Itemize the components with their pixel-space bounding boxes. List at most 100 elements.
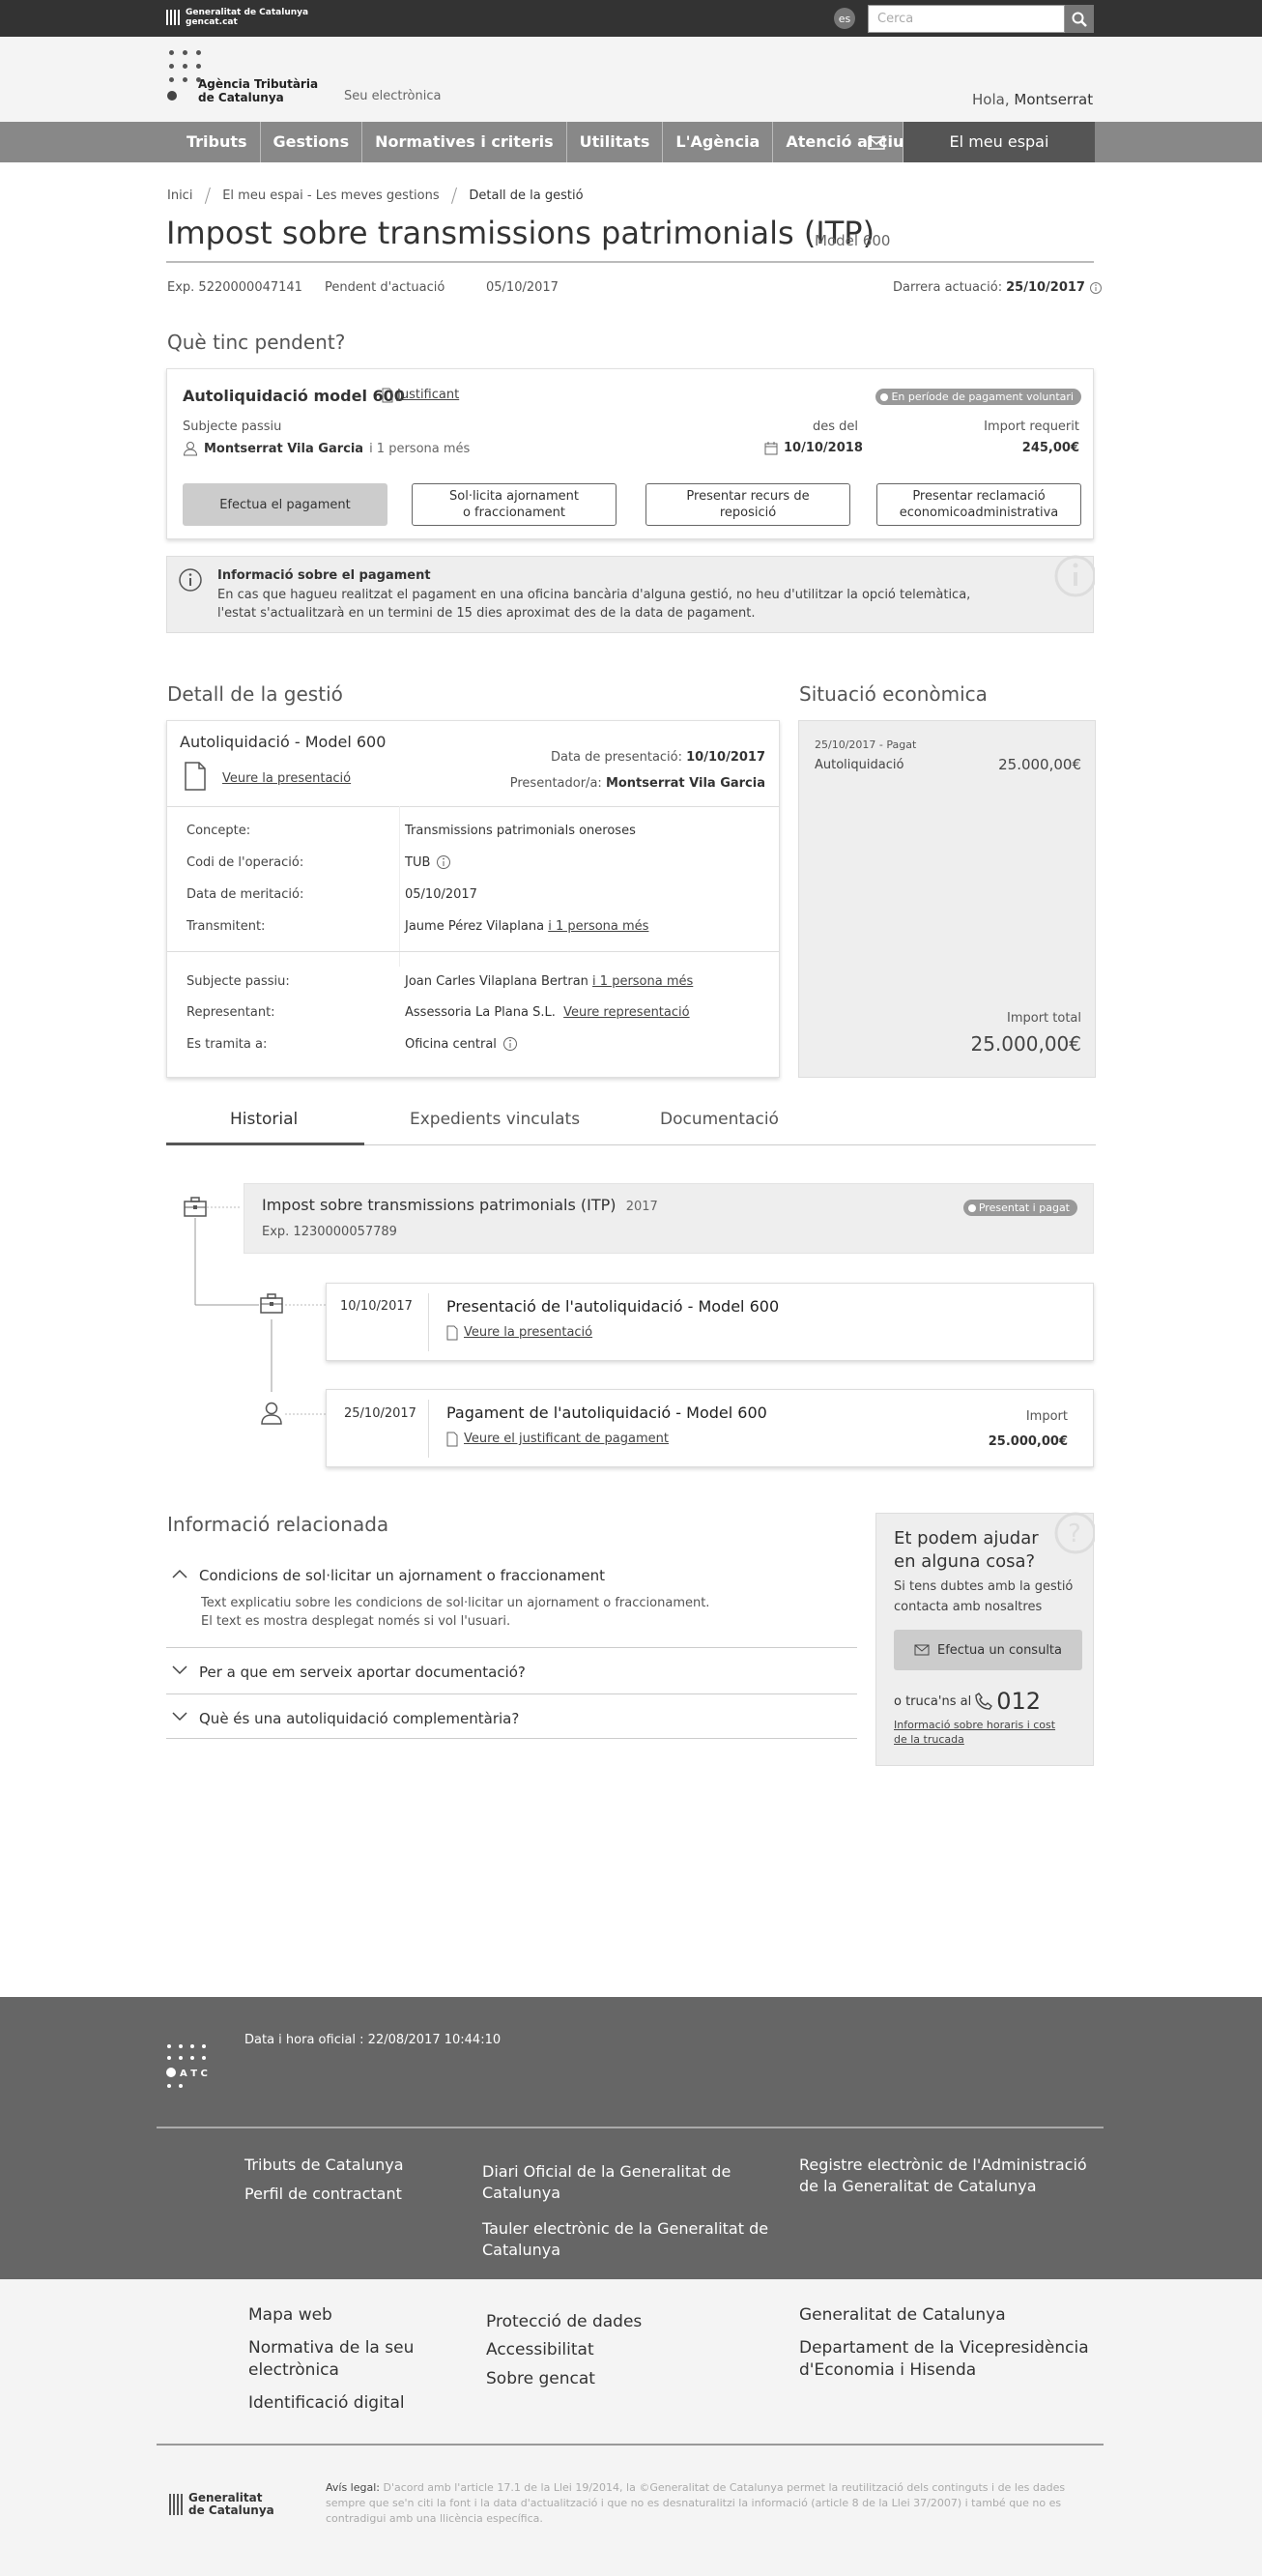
info-line1: En cas que hagueu realitzat el pagament …	[217, 588, 971, 602]
appeal-button[interactable]: Presentar recurs de reposició	[645, 483, 850, 526]
pending-heading: Què tinc pendent?	[167, 331, 346, 354]
nav-item-normatives[interactable]: Normatives i criteris	[362, 122, 567, 162]
document-icon	[185, 762, 206, 791]
history-amount-label: Import	[1025, 1409, 1068, 1424]
faq-question-1[interactable]: Condicions de sol·licitar un ajornament …	[199, 1567, 605, 1584]
language-switch[interactable]: es	[834, 8, 855, 29]
footer-link-sobre-gencat[interactable]: Sobre gencat	[486, 2368, 595, 2390]
footer-link-tributs[interactable]: Tributs de Catalunya	[244, 2155, 404, 2176]
atc-footer-logo[interactable]: A T C	[166, 2043, 220, 2094]
footer-link-sitemap[interactable]: Mapa web	[248, 2304, 332, 2327]
footer-link-accessibilitat[interactable]: Accessibilitat	[486, 2339, 594, 2361]
footer-link-departament-2: d'Economia i Hisenda	[799, 2360, 977, 2380]
chevron-up-icon[interactable]	[172, 1569, 187, 1578]
divider	[399, 806, 400, 967]
footer-link-perfil[interactable]: Perfil de contractant	[244, 2184, 402, 2205]
taxpayer-label: Subjecte passiu:	[186, 974, 290, 989]
last-action-date: 25/10/2017	[1006, 280, 1085, 295]
taxpayer-more-link[interactable]: i 1 persona més	[592, 974, 693, 989]
greeting: Hola, Montserrat	[972, 91, 1093, 108]
history-item-presentation: 10/10/2017 Presentació de l'autoliquidac…	[326, 1283, 1094, 1361]
status-date: 05/10/2017	[486, 280, 559, 295]
pay-button[interactable]: Efectua el pagament	[183, 483, 387, 526]
consult-button-label: Efectua un consulta	[936, 1642, 1062, 1658]
generalitat-logo[interactable]: Generalitat de Catalunya	[169, 2492, 274, 2517]
footer-link-registre[interactable]: Registre electrònic de l'Administració de…	[799, 2155, 1087, 2197]
footer-link-registre-2: de la Generalitat de Catalunya	[799, 2177, 1037, 2195]
taxpayer-more[interactable]: i 1 persona més	[369, 442, 470, 456]
footer-link-dogc[interactable]: Diari Oficial de la Generalitat de Catalu…	[482, 2161, 731, 2204]
user-name[interactable]: Montserrat	[1014, 91, 1093, 108]
help-text-2: contacta amb nosaltres	[894, 1600, 1043, 1614]
call-cost-link[interactable]: Informació sobre horaris i cost de la tru…	[894, 1718, 1055, 1747]
nav-items: Tributs Gestions Normatives i criteris Util…	[174, 122, 958, 162]
history-item-link-label: Veure el justificant de pagament	[464, 1432, 669, 1446]
info-icon[interactable]	[436, 854, 451, 870]
receipt-link[interactable]: Justificant	[382, 388, 459, 403]
nav-item-gestions[interactable]: Gestions	[261, 122, 363, 162]
mail-button[interactable]: 5	[855, 122, 903, 162]
claim-label-1: Presentar reclamació	[912, 489, 1046, 504]
claim-button[interactable]: Presentar reclamació economicoadministrat…	[876, 483, 1081, 526]
info-icon[interactable]	[502, 1036, 518, 1052]
chevron-down-icon	[172, 1665, 187, 1675]
svg-text:?: ?	[1068, 1520, 1081, 1548]
tab-linked-files[interactable]: Expedients vinculats	[410, 1110, 580, 1129]
processed-at-label: Es tramita a:	[186, 1037, 268, 1052]
my-space-button[interactable]: El meu espai	[903, 122, 1095, 162]
divider	[167, 951, 779, 952]
faq-item[interactable]: Per a que em serveix aportar documentaci…	[166, 1658, 857, 1694]
concept-label: Concepte:	[186, 824, 251, 838]
history-item-link[interactable]: Veure el justificant de pagament	[446, 1432, 669, 1447]
nav-item-agencia[interactable]: L'Agència	[663, 122, 774, 162]
call-cost-link-2: de la trucada	[894, 1733, 964, 1746]
operation-code: TUB	[405, 854, 451, 870]
tab-documentation[interactable]: Documentació	[660, 1110, 779, 1129]
agency-name[interactable]: Agència Tributària de Catalunya	[198, 77, 318, 104]
nav-item-tributs[interactable]: Tributs	[174, 122, 261, 162]
gencat-sub: gencat.cat	[186, 17, 238, 27]
phone-icon	[975, 1693, 993, 1710]
info-watermark-icon	[1054, 555, 1095, 597]
footer-link-generalitat[interactable]: Generalitat de Catalunya	[799, 2304, 1006, 2327]
footer-link-tauler[interactable]: Tauler electrònic de la Generalitat de Ca…	[482, 2218, 768, 2261]
faq-item[interactable]: Què és una autoliquidació complementària…	[166, 1704, 857, 1739]
footer-link-departament[interactable]: Departament de la Vicepresidència d'Econo…	[799, 2337, 1089, 2382]
atc-logo-icon[interactable]	[166, 50, 201, 104]
footer-link-proteccio[interactable]: Protecció de dades	[486, 2311, 642, 2333]
info-icon	[179, 568, 202, 592]
help-text-1: Si tens dubtes amb la gestió	[894, 1579, 1074, 1594]
search-button[interactable]	[1065, 5, 1094, 33]
search-input[interactable]: Cerca	[868, 5, 1065, 33]
footer-link-identificacio[interactable]: Identificació digital	[248, 2392, 405, 2415]
consult-button[interactable]: Efectua un consulta	[894, 1630, 1082, 1670]
gencat-logo[interactable]: Generalitat de Catalunya gencat.cat	[166, 8, 308, 27]
calendar-icon	[764, 441, 778, 454]
tab-history[interactable]: Historial	[230, 1110, 298, 1129]
breadcrumb-home[interactable]: Inici	[167, 188, 192, 203]
postpone-button[interactable]: Sol·licita ajornament o fraccionament	[412, 483, 617, 526]
breadcrumb-my-space[interactable]: El meu espai - Les meves gestions	[222, 188, 439, 203]
tab-active-indicator	[166, 1143, 364, 1145]
mail-icon: 5	[867, 135, 886, 150]
info-icon[interactable]	[1089, 281, 1103, 295]
phone-contact[interactable]: o truca'ns al 012	[894, 1688, 1041, 1715]
view-presentation-link[interactable]: Veure la presentació	[222, 771, 351, 786]
faq-question-3: Què és una autoliquidació complementària…	[199, 1710, 520, 1727]
gencat-logo-icon	[166, 10, 180, 25]
agency-line2: de Catalunya	[198, 91, 284, 104]
view-representation-link[interactable]: Veure representació	[563, 1005, 689, 1020]
legal-label: Avís legal:	[326, 2481, 380, 2494]
question-watermark-icon: ?	[1054, 1512, 1095, 1554]
history-item-link[interactable]: Veure la presentació	[446, 1325, 592, 1341]
representative: Assessoria La Plana S.L. Veure represent…	[405, 1005, 690, 1020]
greeting-text: Hola,	[972, 91, 1010, 108]
transmitter-more-link[interactable]: i 1 persona més	[548, 919, 648, 934]
chevron-down-icon	[172, 1712, 187, 1722]
processed-at: Oficina central	[405, 1036, 518, 1052]
footer-link-normativa[interactable]: Normativa de la seu electrònica	[248, 2337, 414, 2382]
concept-value: Transmissions patrimonials oneroses	[405, 824, 636, 838]
nav-item-utilitats[interactable]: Utilitats	[567, 122, 664, 162]
briefcase-icon	[184, 1197, 207, 1217]
mail-icon	[914, 1644, 930, 1656]
